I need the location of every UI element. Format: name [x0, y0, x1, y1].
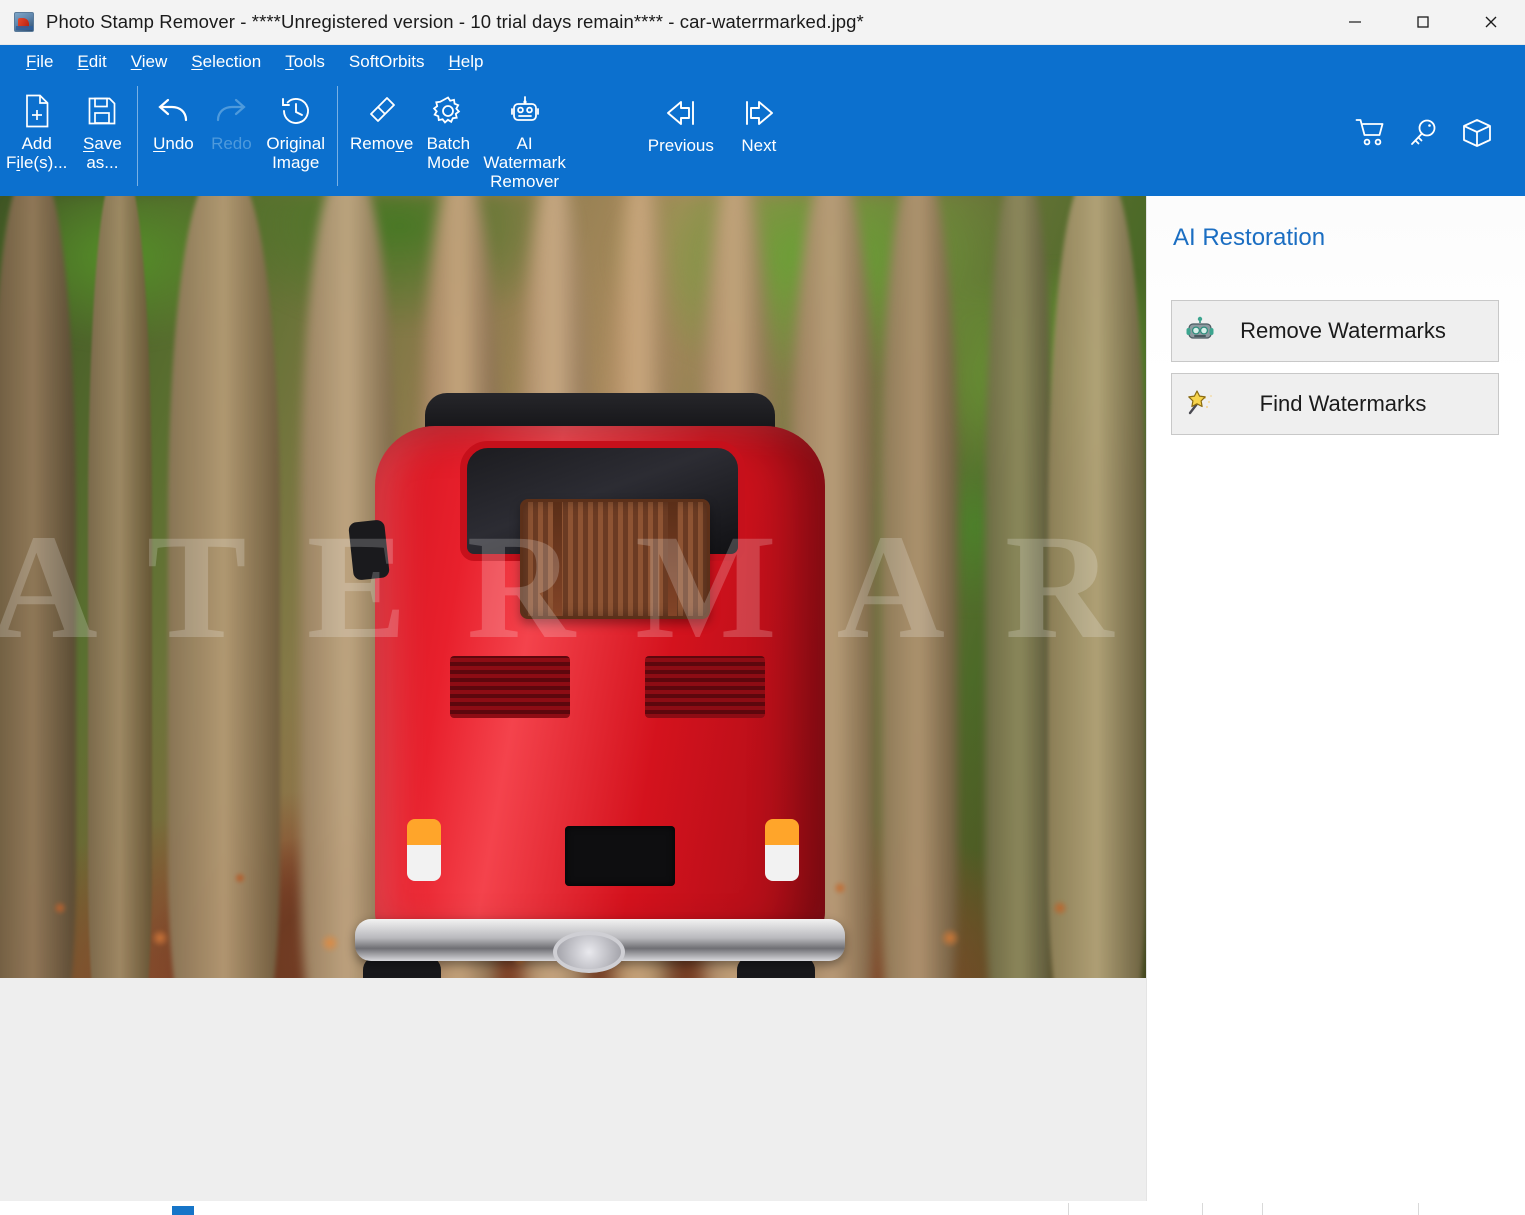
bottom-tick-marks [0, 1201, 1525, 1215]
basket-strap [553, 502, 562, 616]
photo-preview[interactable]: WATERMARK [0, 196, 1146, 978]
remove-button[interactable]: Remove [344, 78, 419, 153]
license-plate [565, 826, 675, 886]
taskbar-indicator[interactable] [172, 1206, 194, 1215]
undo-button[interactable]: Undo [144, 78, 202, 153]
robot-head-icon [1172, 316, 1228, 346]
close-button[interactable] [1457, 0, 1525, 45]
car-taillight [407, 819, 441, 881]
menu-item-view[interactable]: View [119, 49, 180, 75]
minimize-button[interactable] [1321, 0, 1389, 45]
toolbar-separator [137, 86, 138, 186]
original-image-label: OriginalImage [266, 134, 325, 172]
ai-watermark-remover-label: AIWatermarkRemover [483, 134, 566, 191]
ai-restoration-title: AI Restoration [1173, 224, 1525, 252]
wicker-basket [520, 499, 710, 619]
toolbar-separator [337, 86, 338, 186]
right-side-panel: AI Restoration Remove Watermarks [1146, 196, 1525, 1215]
previous-button[interactable]: Previous [638, 78, 724, 155]
find-watermarks-button[interactable]: Find Watermarks [1171, 373, 1499, 435]
robot-icon [509, 90, 541, 132]
car-mirror [348, 519, 390, 580]
arrow-right-bar-icon [741, 92, 777, 134]
menu-item-edit[interactable]: Edit [65, 49, 118, 75]
application-window: Photo Stamp Remover - ****Unregistered v… [0, 0, 1525, 1215]
menu-item-softorbits[interactable]: SoftOrbits [337, 49, 437, 75]
redo-label: Redo [211, 134, 252, 153]
image-canvas-area[interactable]: WATERMARK [0, 196, 1146, 1201]
car-badge [553, 931, 625, 973]
toolbar-group-file: AddFile(s)... Saveas... [0, 78, 131, 196]
arrow-left-bar-icon [663, 92, 699, 134]
save-as-button[interactable]: Saveas... [73, 78, 131, 172]
remove-watermarks-label: Remove Watermarks [1228, 318, 1498, 344]
history-clock-icon [280, 90, 312, 132]
menu-item-selection[interactable]: Selection [179, 49, 273, 75]
add-files-button[interactable]: AddFile(s)... [0, 78, 73, 172]
window-title: Photo Stamp Remover - ****Unregistered v… [46, 11, 864, 33]
menu-item-help[interactable]: Help [437, 49, 496, 75]
remove-watermarks-button[interactable]: Remove Watermarks [1171, 300, 1499, 362]
next-label: Next [741, 136, 776, 155]
previous-label: Previous [648, 136, 714, 155]
app-icon [14, 12, 34, 32]
save-icon [87, 90, 117, 132]
menu-bar: File Edit View Selection Tools SoftOrbit… [0, 45, 1525, 78]
batch-mode-label: BatchMode [427, 134, 470, 172]
toolbar-group-tools: Remove BatchMode [344, 78, 572, 196]
red-car-subject [345, 371, 855, 978]
batch-mode-button[interactable]: BatchMode [419, 78, 477, 172]
main-toolbar: AddFile(s)... Saveas... [0, 78, 1525, 196]
undo-label: Undo [153, 134, 194, 153]
car-vent [645, 656, 765, 718]
car-taillight [765, 819, 799, 881]
find-watermarks-label: Find Watermarks [1228, 391, 1498, 417]
basket-strap [668, 502, 677, 616]
add-file-icon [22, 90, 52, 132]
shopping-cart-icon[interactable] [1355, 118, 1387, 153]
window-controls [1321, 0, 1525, 45]
box-package-icon[interactable] [1461, 118, 1493, 153]
add-files-label: AddFile(s)... [6, 134, 67, 172]
remove-label: Remove [350, 134, 413, 153]
title-bar: Photo Stamp Remover - ****Unregistered v… [0, 0, 1525, 45]
undo-icon [156, 90, 190, 132]
key-icon[interactable] [1409, 118, 1439, 153]
original-image-button[interactable]: OriginalImage [260, 78, 331, 172]
save-as-label: Saveas... [83, 134, 122, 172]
maximize-button[interactable] [1389, 0, 1457, 45]
magic-wand-icon [1172, 389, 1228, 419]
redo-button[interactable]: Redo [202, 78, 260, 153]
menu-item-tools[interactable]: Tools [273, 49, 337, 75]
next-button[interactable]: Next [724, 78, 794, 155]
menu-item-file[interactable]: File [14, 49, 65, 75]
eraser-icon [366, 90, 398, 132]
redo-icon [214, 90, 248, 132]
gear-icon [432, 90, 464, 132]
car-vent [450, 656, 570, 718]
toolbar-group-navigation: Previous Next [638, 78, 794, 196]
toolbar-right-icons [1355, 78, 1525, 153]
ai-watermark-remover-button[interactable]: AIWatermarkRemover [477, 78, 572, 191]
toolbar-group-history: Undo Redo OriginalImage [144, 78, 331, 196]
